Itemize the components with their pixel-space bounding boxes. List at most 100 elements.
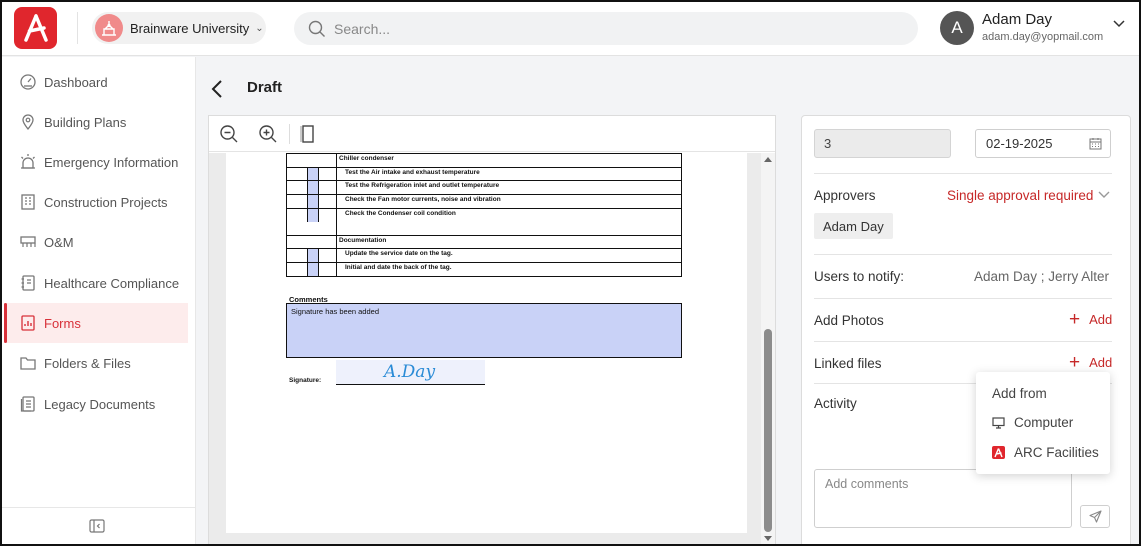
- avatar[interactable]: A: [940, 11, 974, 45]
- table-cell: [287, 195, 337, 208]
- date-field[interactable]: 02-19-2025: [975, 129, 1111, 158]
- scroll-up-arrow-icon[interactable]: [764, 157, 772, 162]
- approver-chip[interactable]: Adam Day: [814, 213, 893, 239]
- sidebar-item-building-plans[interactable]: Building Plans: [4, 102, 188, 142]
- plus-icon: +: [1069, 352, 1081, 373]
- add-label: Add: [1089, 355, 1113, 370]
- notify-users[interactable]: Adam Day ; Jerry Alter: [974, 269, 1109, 284]
- search-input[interactable]: [334, 20, 894, 37]
- menu-item-arc-facilities[interactable]: ARC Facilities: [992, 445, 1099, 460]
- task-text: Update the service date on the tag.: [345, 250, 453, 258]
- table-cell: [287, 167, 337, 181]
- checkbox-field[interactable]: [307, 249, 319, 263]
- add-photos-label: Add Photos: [814, 313, 884, 328]
- activity-label: Activity: [814, 396, 857, 411]
- fit-page-button[interactable]: [296, 122, 320, 146]
- sidebar-item-forms[interactable]: Forms: [4, 303, 188, 343]
- search-bar: [294, 12, 918, 45]
- sidebar-item-label: Building Plans: [44, 114, 127, 130]
- zoom-in-button[interactable]: [256, 122, 280, 146]
- document-viewer: Chiller condenser Test the Air intake an…: [208, 115, 776, 546]
- collapse-sidebar-icon[interactable]: [89, 519, 105, 533]
- checkbox-field[interactable]: [307, 181, 319, 195]
- scrollbar[interactable]: [761, 153, 775, 546]
- scroll-down-arrow-icon[interactable]: [764, 536, 772, 541]
- menu-item-label: Computer: [1014, 415, 1074, 430]
- sidebar-item-om[interactable]: O&M: [4, 222, 188, 262]
- forms-icon: [18, 313, 38, 333]
- back-arrow-icon[interactable]: [210, 79, 224, 99]
- sidebar-item-folders-files[interactable]: Folders & Files: [4, 343, 188, 383]
- menu-item-computer[interactable]: Computer: [992, 415, 1073, 430]
- section-row: Chiller condenser: [287, 154, 681, 168]
- table-row: Check the Fan motor currents, noise and …: [287, 195, 681, 209]
- approval-status[interactable]: Single approval required: [947, 188, 1093, 203]
- table-cell: [287, 263, 337, 276]
- add-linked-files-button[interactable]: + Add: [1069, 353, 1112, 372]
- menu-title: Add from: [992, 386, 1047, 401]
- approvers-label: Approvers: [814, 188, 876, 203]
- arc-logo-icon[interactable]: [14, 7, 57, 49]
- maintenance-icon: [18, 232, 38, 252]
- arc-logo-icon: [992, 446, 1005, 459]
- divider: [814, 298, 1112, 299]
- table-row: Update the service date on the tag.: [287, 249, 681, 264]
- checkbox-field[interactable]: [307, 263, 319, 276]
- document-page-area[interactable]: Chiller condenser Test the Air intake an…: [209, 153, 761, 546]
- checklist-table-chiller: Chiller condenser Test the Air intake an…: [286, 153, 682, 277]
- organization-building-icon: [95, 14, 123, 42]
- table-cell: [287, 249, 337, 263]
- section-title: Documentation: [339, 236, 387, 244]
- sidebar-item-emergency-information[interactable]: Emergency Information: [4, 142, 188, 182]
- calendar-icon[interactable]: [1089, 137, 1102, 150]
- organization-switcher[interactable]: Brainware University ⌄: [92, 12, 266, 44]
- toolbar-divider: [289, 124, 290, 144]
- sidebar-item-label: Emergency Information: [44, 154, 179, 170]
- section-row: Documentation: [287, 235, 681, 250]
- signature-image: A.Day: [382, 362, 435, 382]
- folder-icon: [18, 353, 38, 373]
- checkbox-field[interactable]: [307, 195, 319, 208]
- section-title: Chiller condenser: [339, 155, 394, 162]
- chevron-down-icon[interactable]: [1098, 191, 1110, 199]
- user-name: Adam Day: [982, 11, 1053, 28]
- send-button[interactable]: [1080, 505, 1110, 528]
- notebook-icon: [18, 273, 38, 293]
- divider: [814, 173, 1112, 174]
- scrollbar-thumb[interactable]: [764, 329, 772, 532]
- sidebar-item-label: Folders & Files: [44, 355, 131, 371]
- table-row: Check the Condenser coil condition: [287, 208, 681, 236]
- sidebar-item-legacy-documents[interactable]: Legacy Documents: [4, 384, 188, 424]
- sidebar-item-dashboard[interactable]: Dashboard: [4, 62, 188, 102]
- checkbox-field[interactable]: [307, 208, 319, 222]
- table-row: Test the Air intake and exhaust temperat…: [287, 167, 681, 182]
- comments-field[interactable]: Signature has been added: [286, 303, 682, 358]
- zoom-out-icon: [220, 125, 238, 143]
- search-icon: [308, 20, 325, 37]
- linked-files-label: Linked files: [814, 356, 882, 371]
- menu-item-label: ARC Facilities: [1014, 445, 1099, 460]
- zoom-out-button[interactable]: [217, 122, 241, 146]
- plus-icon: +: [1069, 309, 1081, 330]
- task-text: Check the Condenser coil condition: [345, 209, 456, 217]
- sidebar-item-healthcare-compliance[interactable]: Healthcare Compliance: [4, 263, 188, 303]
- table-cell: [287, 181, 337, 195]
- sidebar-item-label: O&M: [44, 234, 74, 250]
- add-label: Add: [1089, 312, 1113, 327]
- fit-page-icon: [300, 125, 314, 143]
- task-text: Initial and date the back of the tag.: [345, 264, 452, 272]
- alarm-siren-icon: [18, 152, 38, 172]
- date-value: 02-19-2025: [986, 136, 1053, 151]
- add-photos-button[interactable]: + Add: [1069, 310, 1112, 329]
- chevron-down-icon[interactable]: [1113, 20, 1125, 28]
- sidebar-item-label: Forms: [44, 315, 81, 331]
- organization-name: Brainware University: [130, 20, 250, 36]
- page-title: Draft: [247, 79, 283, 96]
- comment-input[interactable]: [814, 469, 1072, 528]
- signature-field[interactable]: A.Day: [336, 360, 485, 385]
- monitor-icon: [992, 416, 1005, 429]
- checkbox-field[interactable]: [307, 167, 319, 181]
- table-row: Test the Refrigeration inlet and outlet …: [287, 181, 681, 196]
- sidebar-item-construction-projects[interactable]: Construction Projects: [4, 182, 188, 222]
- sidebar-item-label: Dashboard: [44, 74, 108, 90]
